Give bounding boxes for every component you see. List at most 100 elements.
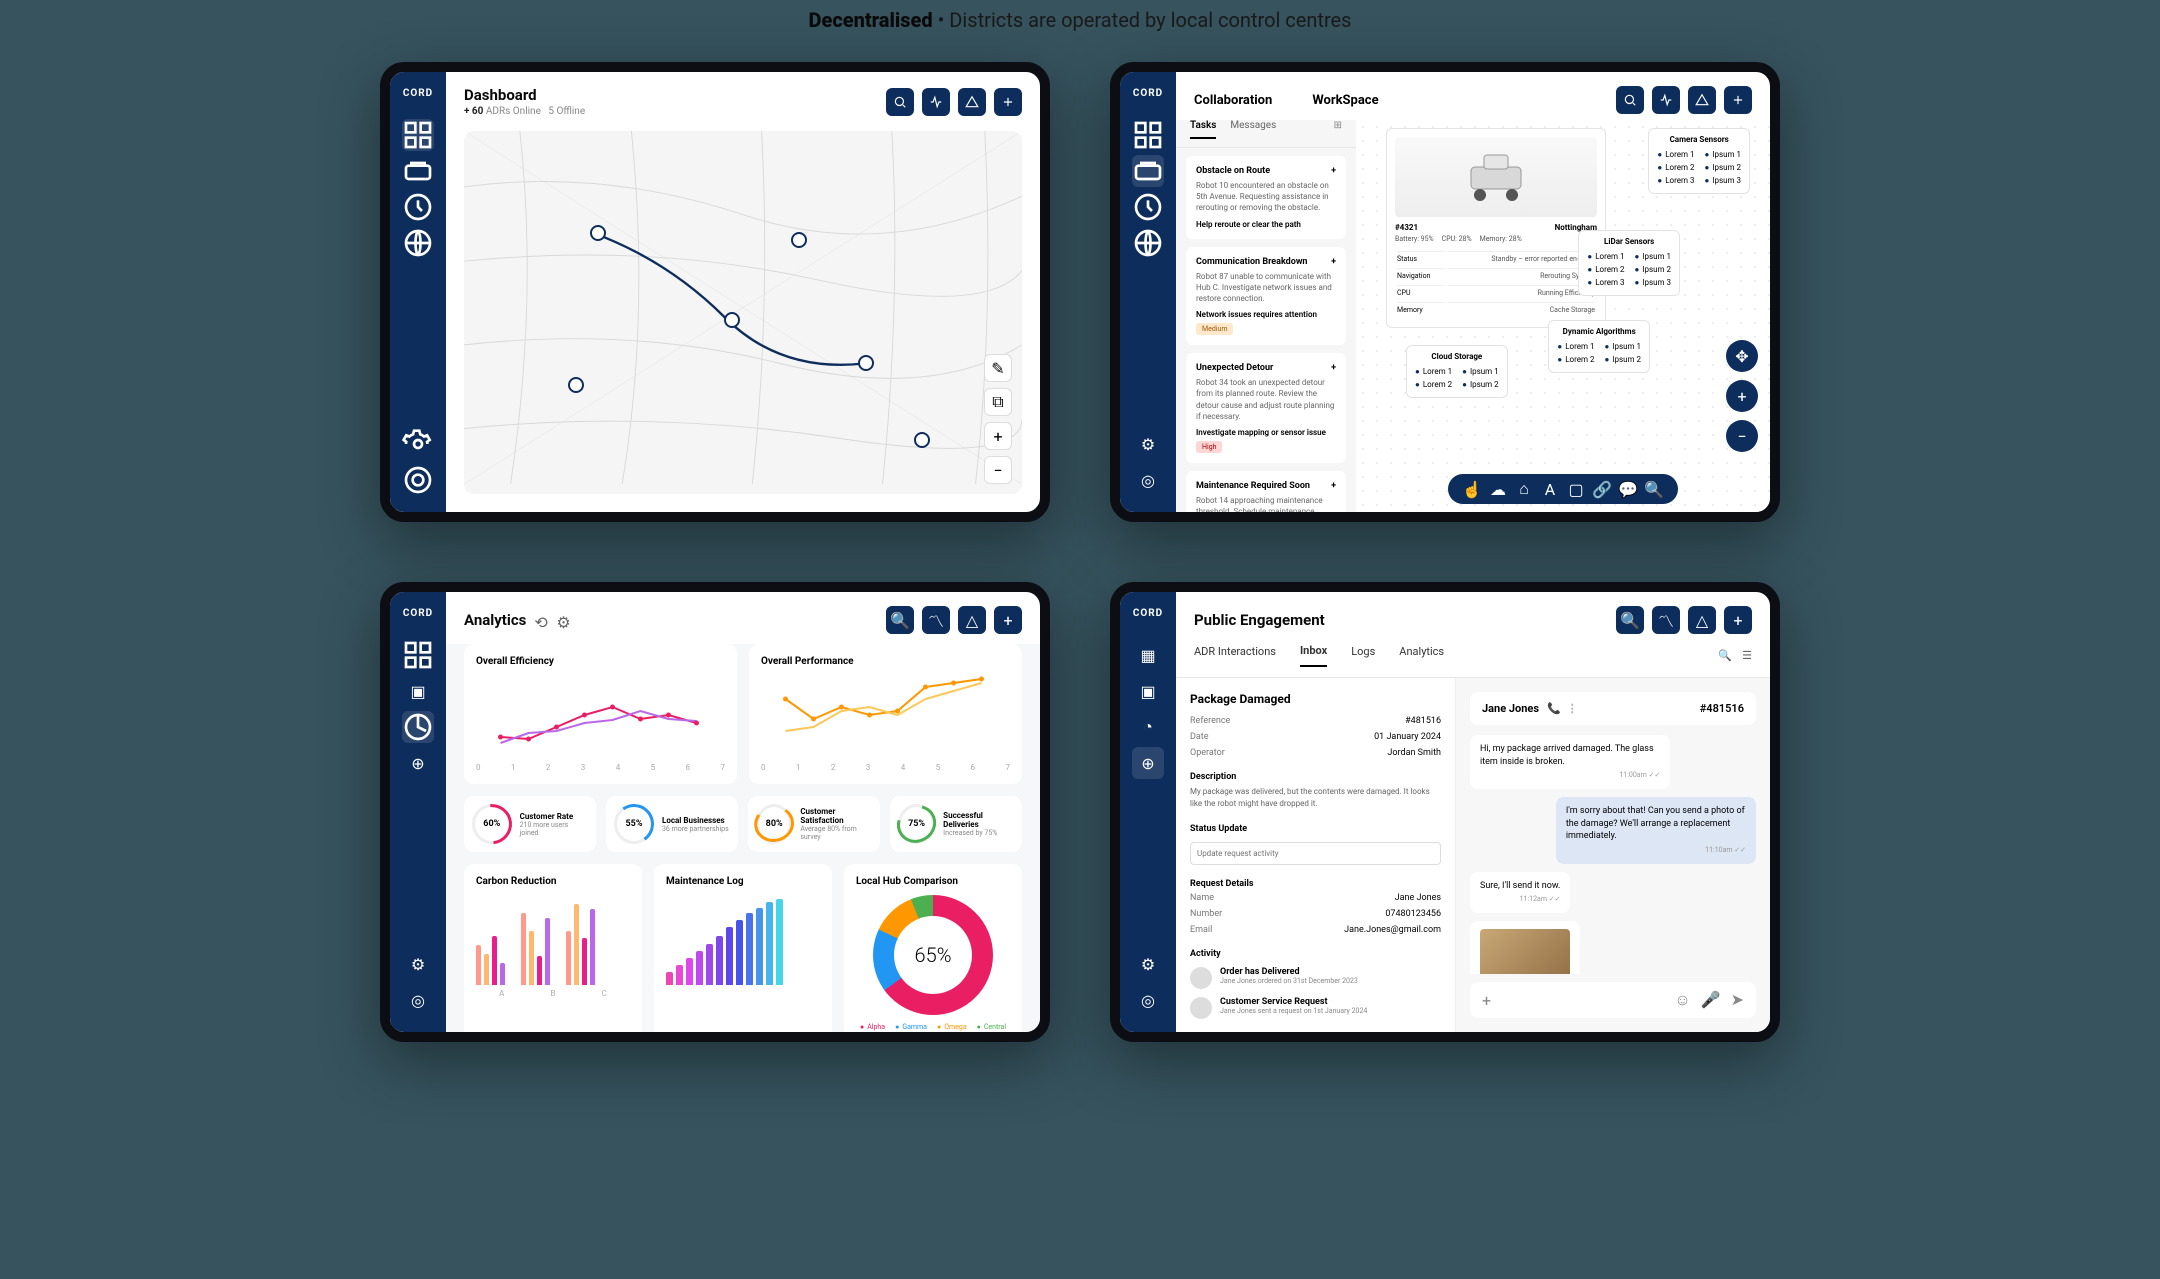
expand-icon[interactable]: + — [1331, 363, 1336, 373]
workspace-canvas[interactable]: #4321Nottingham Battery: 95%CPU: 28%Memo… — [1356, 120, 1770, 512]
map-marker[interactable] — [791, 232, 807, 248]
nav-help-icon[interactable]: ◎ — [1132, 464, 1164, 496]
search-button[interactable] — [886, 88, 914, 116]
more-icon[interactable]: ⋮ — [1567, 702, 1578, 715]
nav-dashboard-icon[interactable] — [402, 639, 434, 671]
activity-button[interactable] — [1652, 86, 1680, 114]
task-card[interactable]: Obstacle on Route+ Robot 10 encountered … — [1186, 156, 1346, 239]
map-marker[interactable] — [568, 377, 584, 393]
nav-dashboard-icon[interactable]: ▦ — [1132, 639, 1164, 671]
nav-help-icon[interactable]: ◎ — [1132, 984, 1164, 1016]
nav-reports-icon[interactable] — [402, 191, 434, 223]
tab-interactions[interactable]: ADR Interactions — [1194, 645, 1276, 666]
nav-settings-icon[interactable] — [402, 428, 434, 460]
node-lidar-sensors[interactable]: LiDar Sensors Lorem 1Ipsum 1 Lorem 2Ipsu… — [1578, 230, 1680, 296]
expand-icon[interactable]: + — [1331, 166, 1336, 176]
tab-analytics[interactable]: Analytics — [1399, 645, 1444, 666]
nav-settings-icon[interactable]: ⚙ — [1132, 428, 1164, 460]
add-button[interactable]: + — [994, 606, 1022, 634]
robot-info-card[interactable]: #4321Nottingham Battery: 95%CPU: 28%Memo… — [1386, 128, 1606, 328]
chart-efficiency: Overall Efficiency 01234567 — [464, 644, 737, 784]
search-button[interactable] — [1616, 86, 1644, 114]
tool-text-icon[interactable]: A — [1542, 481, 1558, 497]
tool-search-icon[interactable]: 🔍 — [1646, 481, 1662, 497]
fab-zoom-out-icon[interactable]: − — [1726, 420, 1758, 452]
expand-icon[interactable]: + — [1331, 257, 1336, 267]
priority-badge: High — [1196, 441, 1222, 453]
nav-dashboard-icon[interactable] — [1132, 119, 1164, 151]
task-card[interactable]: Maintenance Required Soon+ Robot 14 appr… — [1186, 471, 1346, 512]
alert-button[interactable] — [1688, 86, 1716, 114]
nav-help-icon[interactable]: ◎ — [402, 984, 434, 1016]
nav-fleet-icon[interactable] — [1132, 155, 1164, 187]
expand-icon[interactable]: + — [1331, 481, 1336, 491]
send-icon[interactable]: ➤ — [1731, 990, 1744, 1010]
nav-globe-icon[interactable]: ⊕ — [402, 747, 434, 779]
map-zoom-in-icon[interactable]: + — [984, 422, 1012, 450]
map-layers-icon[interactable]: ⧉ — [984, 388, 1012, 416]
new-tab-icon[interactable]: ⊞ — [1334, 120, 1342, 139]
tool-shape-icon[interactable]: ▢ — [1568, 481, 1584, 497]
nav-fleet-icon[interactable]: ▣ — [1132, 675, 1164, 707]
nav-help-icon[interactable] — [402, 464, 434, 496]
add-button[interactable] — [1724, 86, 1752, 114]
filter-search-icon[interactable]: 🔍 — [1718, 649, 1732, 662]
tab-messages[interactable]: Messages — [1230, 120, 1276, 139]
page-title: Analytics — [464, 611, 526, 629]
filter-sliders-icon[interactable]: ☰ — [1742, 649, 1752, 662]
nav-fleet-icon[interactable] — [402, 155, 434, 187]
map-marker[interactable] — [914, 432, 930, 448]
tool-robot-icon[interactable]: ⌂ — [1516, 481, 1532, 497]
call-icon[interactable]: 📞 — [1547, 702, 1561, 715]
map-edit-icon[interactable]: ✎ — [984, 354, 1012, 382]
node-cloud-storage[interactable]: Cloud Storage Lorem 1Ipsum 1 Lorem 2Ipsu… — [1406, 345, 1508, 398]
nav-reports-icon[interactable] — [1132, 191, 1164, 223]
activity-button[interactable]: 〽 — [922, 606, 950, 634]
refresh-icon[interactable]: ⟲ — [534, 613, 548, 627]
activity-button[interactable] — [922, 88, 950, 116]
tablet-dashboard: CORD Dashboard + 60 ADRs Online 5 Offlin… — [380, 62, 1050, 522]
task-card[interactable]: Unexpected Detour+ Robot 34 took an unex… — [1186, 353, 1346, 463]
search-button[interactable]: 🔍 — [1616, 606, 1644, 634]
attach-icon[interactable]: + — [1482, 991, 1491, 1010]
nav-globe-icon[interactable] — [402, 227, 434, 259]
tool-cloud-icon[interactable]: ☁ — [1490, 481, 1506, 497]
tab-tasks[interactable]: Tasks — [1190, 120, 1216, 139]
node-algorithms[interactable]: Dynamic Algorithms Lorem 1Ipsum 1 Lorem … — [1548, 320, 1650, 373]
tab-inbox[interactable]: Inbox — [1300, 644, 1327, 667]
tool-cursor-icon[interactable]: ☝ — [1464, 481, 1480, 497]
map-zoom-out-icon[interactable]: − — [984, 456, 1012, 484]
alert-button[interactable]: △ — [1688, 606, 1716, 634]
add-button[interactable]: + — [1724, 606, 1752, 634]
nav-reports-icon[interactable]: ◔ — [1132, 711, 1164, 743]
alert-button[interactable]: △ — [958, 606, 986, 634]
tool-link-icon[interactable]: 🔗 — [1594, 481, 1610, 497]
nav-settings-icon[interactable]: ⚙ — [402, 948, 434, 980]
fab-move-icon[interactable]: ✥ — [1726, 340, 1758, 372]
node-camera-sensors[interactable]: Camera Sensors Lorem 1Ipsum 1 Lorem 2Ips… — [1648, 128, 1750, 194]
map-marker[interactable] — [858, 355, 874, 371]
nav-settings-icon[interactable]: ⚙ — [1132, 948, 1164, 980]
nav-dashboard-icon[interactable] — [402, 119, 434, 151]
status-input[interactable] — [1190, 842, 1441, 865]
map-marker[interactable] — [590, 225, 606, 241]
tab-logs[interactable]: Logs — [1351, 645, 1375, 666]
nav-fleet-icon[interactable]: ▣ — [402, 675, 434, 707]
search-button[interactable]: 🔍 — [886, 606, 914, 634]
kpi-customer-rate: 60%Customer Rate210 more users joined — [464, 796, 596, 852]
nav-reports-icon[interactable] — [402, 711, 434, 743]
settings-icon[interactable]: ⚙ — [556, 613, 570, 627]
add-button[interactable] — [994, 88, 1022, 116]
map-view[interactable]: ✎ ⧉ + − — [464, 131, 1022, 494]
nav-globe-icon[interactable] — [1132, 227, 1164, 259]
map-marker[interactable] — [724, 312, 740, 328]
task-card[interactable]: Communication Breakdown+ Robot 87 unable… — [1186, 247, 1346, 346]
activity-button[interactable]: 〽 — [1652, 606, 1680, 634]
fab-zoom-in-icon[interactable]: + — [1726, 380, 1758, 412]
alert-button[interactable] — [958, 88, 986, 116]
mic-icon[interactable]: 🎤 — [1701, 990, 1721, 1010]
nav-globe-icon[interactable]: ⊕ — [1132, 747, 1164, 779]
emoji-icon[interactable]: ☺ — [1674, 990, 1690, 1010]
tool-comment-icon[interactable]: 💬 — [1620, 481, 1636, 497]
attachment-image[interactable] — [1480, 929, 1570, 974]
